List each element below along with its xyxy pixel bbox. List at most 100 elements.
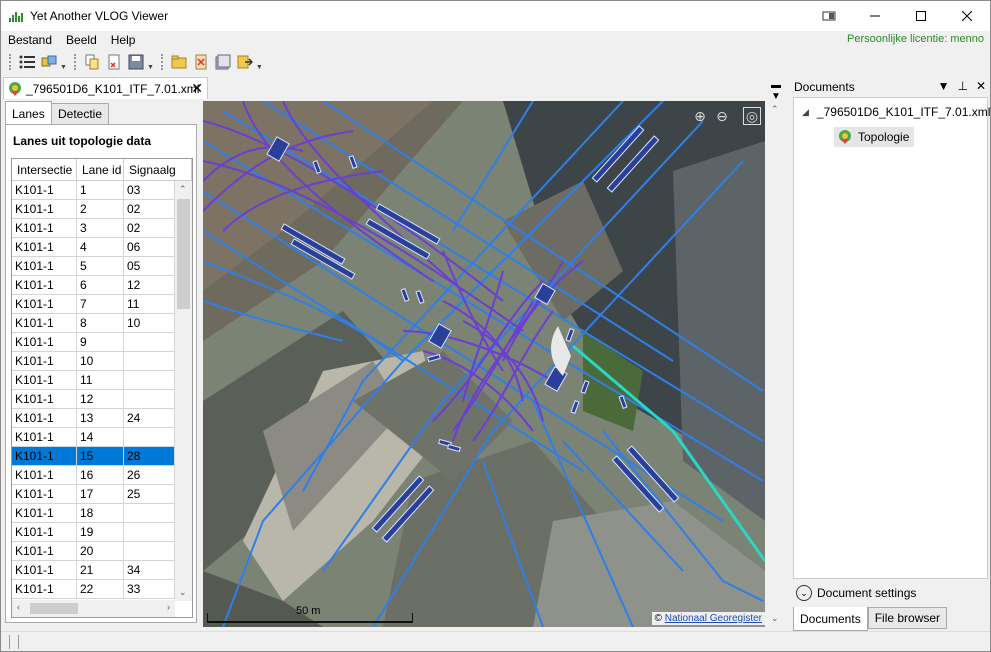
cell-lane-id: 8 [77,314,124,332]
scroll-right-icon[interactable]: › [167,602,170,612]
dropdown-arrow-icon[interactable]: ▼ [60,64,67,71]
cell-signaalgroep [124,371,175,389]
panel-dropdown-icon[interactable]: ▼ [938,79,950,93]
tab-list-dropdown-icon[interactable]: ▬ ▼ [771,80,781,102]
title-bar: Yet Another VLOG Viewer [1,1,990,31]
table-row[interactable]: K101-1 7 11 [12,295,175,314]
layers-icon[interactable] [39,52,59,72]
table-row[interactable]: K101-1 15 28 [12,447,175,466]
cell-signaalgroep: 06 [124,238,175,256]
table-row[interactable]: K101-1 1 03 [12,181,175,200]
license-label: Persoonlijke licentie: menno [847,33,984,45]
table-row[interactable]: K101-1 12 [12,390,175,409]
export-icon[interactable] [235,52,255,72]
close-panel-icon[interactable]: ✕ [976,79,986,93]
open-folder-icon[interactable] [169,52,189,72]
close-document-icon[interactable] [191,52,211,72]
cell-signaalgroep: 02 [124,219,175,237]
table-row[interactable]: K101-1 18 [12,504,175,523]
close-button[interactable] [944,1,990,31]
scroll-up-icon[interactable]: ⌃ [771,104,779,115]
maximize-button[interactable] [898,1,944,31]
cell-signaalgroep: 02 [124,200,175,218]
table-row[interactable]: K101-1 11 [12,371,175,390]
minimize-button[interactable] [852,1,898,31]
scroll-left-icon[interactable]: ‹ [17,602,20,612]
scrollbar-thumb[interactable] [177,199,190,309]
cell-intersectie: K101-1 [12,409,77,427]
pin-icon[interactable]: ⊥ [957,79,967,93]
map-canvas[interactable] [203,101,765,627]
cell-intersectie: K101-1 [12,561,77,579]
save-icon[interactable] [126,52,146,72]
table-row[interactable]: K101-1 19 [12,523,175,542]
copy-icon[interactable] [82,52,102,72]
table-row[interactable]: K101-1 3 02 [12,219,175,238]
cell-signaalgroep [124,390,175,408]
close-tab-icon[interactable]: ✕ [191,80,203,97]
map-vertical-scrollbar[interactable]: ⌃ ⌄ [767,101,784,627]
save-all-icon[interactable] [213,52,233,72]
table-row[interactable]: K101-1 4 06 [12,238,175,257]
map-view[interactable]: ⊕ ⊖ ◎ 50 m © Nationaal Georegister [203,101,765,627]
cell-intersectie: K101-1 [12,314,77,332]
cell-intersectie: K101-1 [12,219,77,237]
table-row[interactable]: K101-1 21 34 [12,561,175,580]
table-row[interactable]: K101-1 10 [12,352,175,371]
table-row[interactable]: K101-1 14 [12,428,175,447]
table-row[interactable]: K101-1 13 24 [12,409,175,428]
scrollbar-thumb[interactable] [30,603,78,614]
cell-intersectie: K101-1 [12,200,77,218]
document-tab[interactable]: _796501D6_K101_ITF_7.01.xml ✕ [3,77,208,99]
table-row[interactable]: K101-1 17 25 [12,485,175,504]
tab-detectie[interactable]: Detectie [51,103,110,125]
table-row[interactable]: K101-1 22 33 [12,580,175,599]
fit-extent-icon[interactable]: ◎ [743,107,761,125]
cell-lane-id: 5 [77,257,124,275]
tab-lanes[interactable]: Lanes [5,101,52,125]
dropdown-arrow-icon[interactable]: ▼ [147,64,154,71]
table-vertical-scrollbar[interactable]: ⌃ ⌄ [175,181,192,601]
table-row[interactable]: K101-1 16 26 [12,466,175,485]
collapse-arrow-icon[interactable]: ◢ [802,107,809,118]
table-row[interactable]: K101-1 6 12 [12,276,175,295]
menu-bestand[interactable]: Bestand [1,33,59,47]
zoom-in-icon[interactable]: ⊕ [691,107,709,125]
scroll-down-icon[interactable]: ⌄ [179,587,187,598]
table-row[interactable]: K101-1 20 [12,542,175,561]
cell-intersectie: K101-1 [12,371,77,389]
toolbar-grip[interactable] [73,54,77,70]
scroll-down-icon[interactable]: ⌄ [771,613,779,624]
tree-item-topologie[interactable]: Topologie [834,127,915,147]
zoom-out-icon[interactable]: ⊖ [713,107,731,125]
tree-item-topologie-label: Topologie [858,130,910,144]
column-header-signaalgroep[interactable]: Signaalg [124,159,192,181]
cell-intersectie: K101-1 [12,542,77,560]
column-header-intersectie[interactable]: Intersectie [12,159,77,181]
toolbar-grip[interactable] [160,54,164,70]
table-horizontal-scrollbar[interactable]: ‹ › [12,600,175,617]
table-row[interactable]: K101-1 8 10 [12,314,175,333]
toolbar-grip[interactable] [9,54,12,70]
scroll-up-icon[interactable]: ⌃ [179,184,187,195]
menu-help[interactable]: Help [104,33,143,47]
document-settings-toggle[interactable]: ⌄ Document settings [793,581,988,605]
table-row[interactable]: K101-1 2 02 [12,200,175,219]
cell-signaalgroep: 24 [124,409,175,427]
attribution-link[interactable]: Nationaal Georegister [665,613,762,624]
dropdown-arrow-icon[interactable]: ▼ [256,64,263,71]
table-row[interactable]: K101-1 5 05 [12,257,175,276]
restore-pane-icon[interactable] [806,1,852,31]
tree-item-document[interactable]: ◢ _796501D6_K101_ITF_7.01.xml [802,105,990,119]
tab-file-browser[interactable]: File browser [867,607,948,629]
tab-documents[interactable]: Documents [793,607,868,631]
documents-panel-title: Documents [794,80,855,94]
cell-lane-id: 18 [77,504,124,522]
delete-document-icon[interactable] [104,52,124,72]
table-row[interactable]: K101-1 9 [12,333,175,352]
column-header-lane-id[interactable]: Lane id [77,159,124,181]
lanes-table[interactable]: Intersectie Lane id Signaalg K101-1 1 03 K1… [11,158,193,618]
expand-chevron-icon[interactable]: ⌄ [796,585,812,601]
menu-beeld[interactable]: Beeld [59,33,104,47]
list-view-icon[interactable] [17,52,37,72]
